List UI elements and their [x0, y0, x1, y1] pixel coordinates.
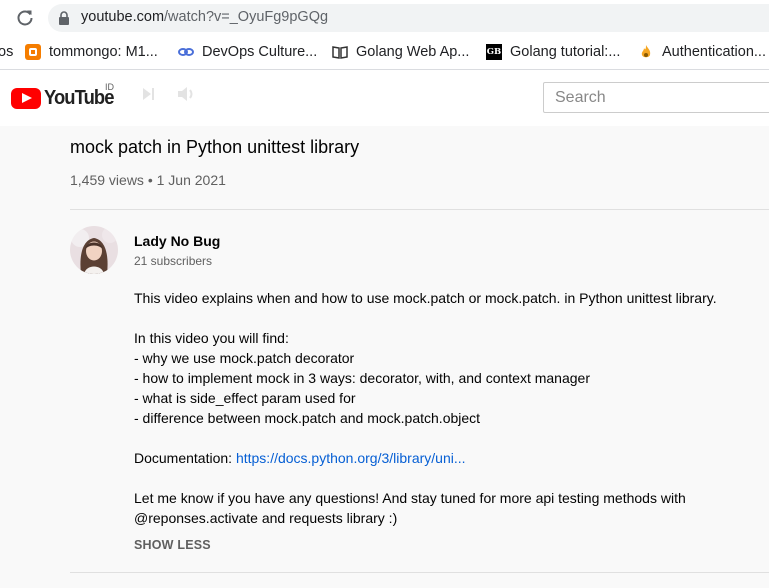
- bookmark-label: Golang tutorial:...: [510, 44, 621, 60]
- region-code: ID: [105, 82, 114, 92]
- gb-icon: GB: [486, 44, 502, 60]
- bookmarks-bar: os tommongo: M1... DevOps Culture... Gol…: [0, 35, 769, 70]
- search-box[interactable]: [543, 82, 769, 113]
- bookmark-label: tommongo: M1...: [49, 44, 158, 60]
- description-bullet: - difference between mock.patch and mock…: [134, 410, 481, 426]
- upload-date: 1 Jun 2021: [156, 172, 226, 188]
- bookmark-label: Authentication...: [662, 44, 766, 60]
- video-title: mock patch in Python unittest library: [70, 137, 360, 157]
- documentation-link[interactable]: https://docs.python.org/3/library/uni...: [236, 450, 466, 466]
- description-list-heading: In this video you will find:: [134, 330, 289, 346]
- bookmark-golang-web-app[interactable]: Golang Web Ap...: [332, 41, 469, 63]
- flame-icon: [641, 45, 651, 58]
- meta-separator: •: [147, 172, 153, 188]
- video-meta: 1,459 views • 1 Jun 2021: [70, 172, 226, 188]
- youtube-logo[interactable]: YouTube: [11, 87, 120, 109]
- bookmark-devops-culture[interactable]: DevOps Culture...: [178, 41, 317, 63]
- divider: [70, 572, 769, 573]
- video-description: This video explains when and how to use …: [134, 288, 769, 528]
- link-icon: [178, 48, 194, 56]
- url-host: youtube.com: [81, 9, 165, 25]
- browser-address-row: youtube.com/watch?v=_OyuFg9pGQg: [0, 0, 769, 35]
- book-icon: [332, 46, 348, 59]
- bookmark-label: DevOps Culture...: [202, 44, 318, 60]
- url-path: /watch?v=_OyuFg9pGQg: [164, 9, 329, 25]
- youtube-play-icon: [11, 87, 41, 109]
- bookmark-label: Golang Web Ap...: [356, 44, 470, 60]
- lock-icon[interactable]: [58, 11, 70, 25]
- bookmark-golang-tutorial[interactable]: GB Golang tutorial:...: [486, 41, 620, 63]
- url-text[interactable]: youtube.com/watch?v=_OyuFg9pGQg: [81, 9, 328, 25]
- bookmark-label: os: [0, 44, 14, 60]
- channel-name[interactable]: Lady No Bug: [134, 233, 220, 249]
- documentation-line: Documentation: https://docs.python.org/3…: [134, 448, 769, 468]
- blogger-icon: [25, 44, 41, 60]
- documentation-label: Documentation:: [134, 450, 236, 466]
- youtube-wordmark: YouTube: [44, 86, 114, 109]
- description-closing: @reponses.activate and requests library …: [134, 510, 398, 526]
- description-intro: This video explains when and how to use …: [134, 290, 717, 306]
- description-bullet: - why we use mock.patch decorator: [134, 350, 355, 366]
- bookmark-os[interactable]: os: [0, 41, 13, 63]
- view-count: 1,459 views: [70, 172, 144, 188]
- volume-icon: [178, 87, 193, 101]
- subscriber-count: 21 subscribers: [134, 254, 213, 268]
- channel-avatar[interactable]: [70, 226, 118, 274]
- description-closing: Let me know if you have any questions! A…: [134, 490, 686, 506]
- description-bullet: - what is side_effect param used for: [134, 390, 356, 406]
- reload-icon[interactable]: [15, 8, 35, 28]
- bookmark-authentication[interactable]: Authentication...: [638, 41, 766, 63]
- search-input[interactable]: [555, 88, 755, 108]
- show-less-button[interactable]: SHOW LESS: [134, 538, 211, 552]
- description-bullet: - how to implement mock in 3 ways: decor…: [134, 370, 590, 386]
- divider: [70, 209, 769, 210]
- bookmark-tommongo[interactable]: tommongo: M1...: [25, 41, 158, 63]
- skip-next-icon: [143, 88, 154, 100]
